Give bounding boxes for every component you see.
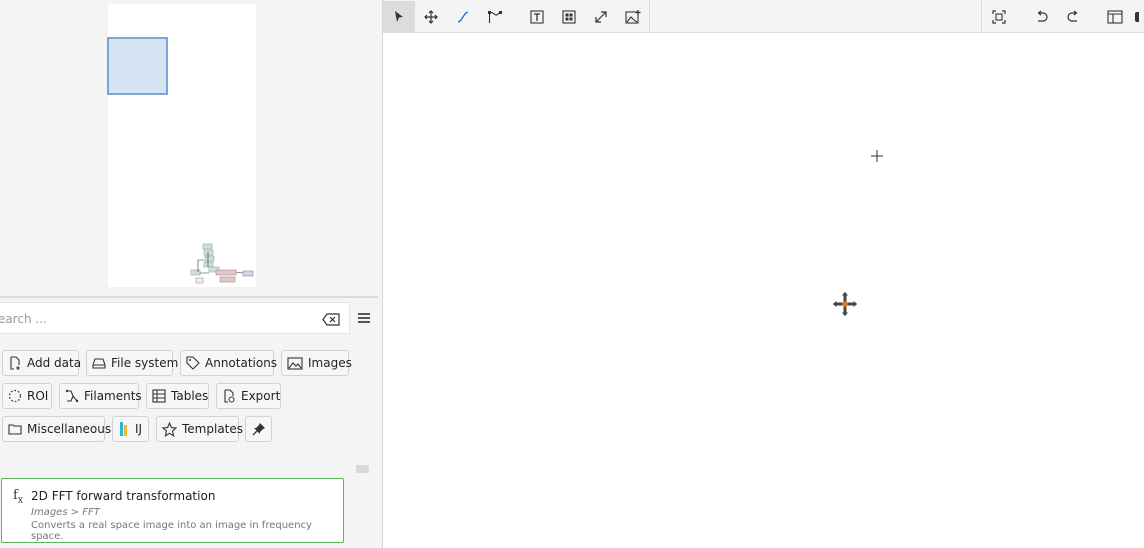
star-icon xyxy=(162,421,177,437)
multi-connect-icon xyxy=(488,10,502,23)
graph-canvas[interactable] xyxy=(383,34,1144,548)
results-scrollbar[interactable] xyxy=(356,465,369,473)
search-input[interactable] xyxy=(0,309,308,329)
chip-label: Export xyxy=(241,389,281,403)
multi-connect-tool-button[interactable] xyxy=(479,1,511,32)
chip-add-data[interactable]: Add data xyxy=(2,350,82,376)
drive-icon xyxy=(92,355,106,371)
chip-images[interactable]: Images xyxy=(281,350,352,376)
fit-view-icon xyxy=(992,9,1006,24)
pin-button[interactable] xyxy=(245,416,272,442)
undo-button[interactable] xyxy=(1025,1,1057,32)
add-image-tool-button[interactable] xyxy=(617,1,649,32)
chip-label: Miscellaneous xyxy=(27,422,112,436)
undo-icon xyxy=(1037,10,1048,22)
connect-tool-button[interactable] xyxy=(447,1,479,32)
chip-label: ROI xyxy=(27,389,49,403)
chip-label: IJ xyxy=(135,422,143,436)
panel-icon xyxy=(1135,11,1139,22)
imagej-icon xyxy=(118,421,130,437)
redo-button[interactable] xyxy=(1057,1,1089,32)
chip-label: Annotations xyxy=(205,356,278,370)
hamburger-menu-icon[interactable] xyxy=(353,306,375,330)
add-image-icon xyxy=(625,9,641,24)
table-icon xyxy=(152,388,166,404)
pointer-icon xyxy=(395,10,403,22)
function-icon: fx xyxy=(13,488,23,506)
group-icon xyxy=(562,9,576,24)
navigator-divider xyxy=(0,296,378,298)
graph-toolbar xyxy=(383,0,1144,33)
move-arrows-icon xyxy=(424,9,438,24)
filament-icon xyxy=(65,388,79,404)
left-panel: Add data File system Annotations Images … xyxy=(0,0,382,548)
navigator-viewport[interactable] xyxy=(107,37,168,95)
chip-tables[interactable]: Tables xyxy=(146,383,209,409)
tag-icon xyxy=(186,355,200,371)
clear-search-icon[interactable] xyxy=(320,310,342,328)
chip-filaments[interactable]: Filaments xyxy=(59,383,142,409)
chip-templates[interactable]: Templates xyxy=(156,416,243,442)
result-path: Images > FFT xyxy=(31,507,100,518)
text-tool-button[interactable] xyxy=(521,1,553,32)
result-item[interactable]: fx 2D FFT forward transformation Images … xyxy=(1,478,344,543)
curve-connect-icon xyxy=(457,10,469,23)
chip-export[interactable]: Export xyxy=(216,383,281,409)
chip-label: Images xyxy=(308,356,352,370)
resize-tool-button[interactable] xyxy=(585,1,617,32)
chip-label: File system xyxy=(111,356,179,370)
overflow-button[interactable] xyxy=(1131,1,1144,32)
export-icon xyxy=(222,388,236,404)
chip-ij[interactable]: IJ xyxy=(112,416,149,442)
chip-annotations[interactable]: Annotations xyxy=(180,350,278,376)
image-icon xyxy=(287,355,303,371)
chip-roi[interactable]: ROI xyxy=(2,383,52,409)
result-title: 2D FFT forward transformation xyxy=(31,489,216,503)
search-row xyxy=(0,302,382,334)
diagonal-arrow-icon xyxy=(595,10,607,23)
pan-tool-button[interactable] xyxy=(415,1,447,32)
chip-label: Add data xyxy=(27,356,82,370)
chip-label: Filaments xyxy=(84,389,142,403)
group-tool-button[interactable] xyxy=(553,1,585,32)
layout-panel-icon xyxy=(1107,9,1123,24)
chip-label: Templates xyxy=(182,422,244,436)
pin-icon xyxy=(251,421,267,437)
search-box xyxy=(0,302,350,334)
navigator-graph-preview xyxy=(190,243,254,284)
pointer-tool-button[interactable] xyxy=(383,1,415,32)
crosshair-cursor-icon xyxy=(871,150,883,162)
chip-miscellaneous[interactable]: Miscellaneous xyxy=(2,416,111,442)
roi-dotted-circle-icon xyxy=(8,388,22,404)
chip-label: Tables xyxy=(171,389,209,403)
chip-file-system[interactable]: File system xyxy=(86,350,178,376)
graph-navigator[interactable] xyxy=(0,0,382,292)
redo-icon xyxy=(1066,10,1077,22)
fit-view-button[interactable] xyxy=(983,1,1015,32)
result-description: Converts a real space image into an imag… xyxy=(31,520,312,542)
file-plus-icon xyxy=(8,355,22,371)
folder-icon xyxy=(8,421,22,437)
layout-toggle-button[interactable] xyxy=(1099,1,1131,32)
text-box-icon xyxy=(530,9,544,24)
move-cursor-icon xyxy=(831,290,859,318)
